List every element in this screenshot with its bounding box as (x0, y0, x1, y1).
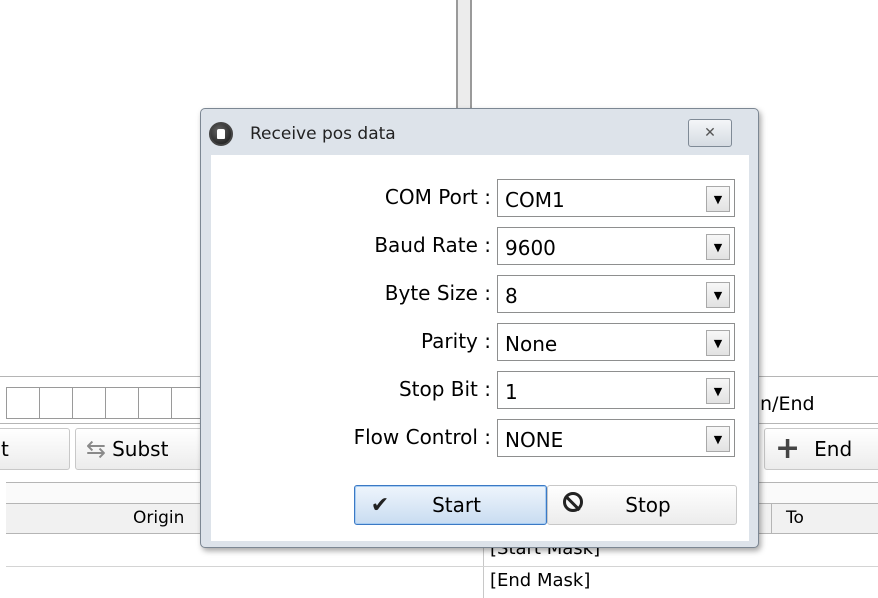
parity-select[interactable]: None ▼ (497, 323, 735, 361)
mask-cell[interactable] (105, 387, 138, 419)
field-flow-control: Flow Control : NONE ▼ (211, 419, 749, 457)
dialog-title: Receive pos data (250, 124, 396, 144)
row-line (6, 566, 878, 567)
byte-size-select[interactable]: 8 ▼ (497, 275, 735, 313)
mask-cells (6, 387, 204, 419)
column-divider[interactable] (771, 504, 772, 534)
chevron-down-icon[interactable]: ▼ (706, 282, 730, 308)
field-stop-bit: Stop Bit : 1 ▼ (211, 371, 749, 409)
field-byte-size: Byte Size : 8 ▼ (211, 275, 749, 313)
receive-pos-data-dialog: Receive pos data ✕ COM Port : COM1 ▼ Bau… (200, 108, 759, 548)
baud-rate-value: 9600 (505, 236, 556, 260)
table-cell-end-mask[interactable]: [End Mask] (490, 570, 590, 591)
com-port-label: COM Port : (384, 185, 491, 209)
swap-icon: ⇆ (86, 435, 107, 463)
stop-button-label: Stop (625, 493, 671, 517)
stop-icon (556, 492, 590, 518)
left-toolbar-button[interactable]: t (0, 428, 70, 470)
chevron-down-icon[interactable]: ▼ (706, 330, 730, 356)
byte-size-value: 8 (505, 284, 518, 308)
byte-size-label: Byte Size : (384, 281, 491, 305)
left-toolbar-button-label: t (1, 437, 9, 461)
com-port-value: COM1 (505, 188, 565, 212)
close-button[interactable]: ✕ (688, 119, 732, 147)
splitter-handle[interactable] (456, 0, 472, 112)
baud-rate-label: Baud Rate : (374, 233, 491, 257)
chevron-down-icon[interactable]: ▼ (706, 186, 730, 212)
add-end-button-label: End (814, 437, 853, 461)
plus-icon: + (775, 431, 801, 466)
column-header-to[interactable]: To (786, 508, 804, 528)
app-icon (209, 122, 233, 146)
baud-rate-select[interactable]: 9600 ▼ (497, 227, 735, 265)
start-button[interactable]: ✔ Start (354, 485, 547, 525)
stop-button[interactable]: Stop (547, 485, 737, 525)
begin-end-label: n/End (760, 393, 815, 415)
flow-control-label: Flow Control : (353, 425, 491, 449)
column-header-original[interactable]: Origin (133, 508, 184, 528)
field-baud-rate: Baud Rate : 9600 ▼ (211, 227, 749, 265)
chevron-down-icon[interactable]: ▼ (706, 426, 730, 452)
field-parity: Parity : None ▼ (211, 323, 749, 361)
parity-value: None (505, 332, 558, 356)
mask-cell[interactable] (138, 387, 171, 419)
flow-control-select[interactable]: NONE ▼ (497, 419, 735, 457)
check-icon: ✔ (370, 492, 390, 518)
flow-control-value: NONE (505, 428, 564, 452)
mask-cell[interactable] (6, 387, 39, 419)
start-button-label: Start (432, 493, 481, 517)
chevron-down-icon[interactable]: ▼ (706, 378, 730, 404)
mask-cell[interactable] (39, 387, 72, 419)
chevron-down-icon[interactable]: ▼ (706, 234, 730, 260)
substitute-button-label: Subst (112, 437, 169, 461)
mask-cell[interactable] (72, 387, 105, 419)
stop-bit-select[interactable]: 1 ▼ (497, 371, 735, 409)
parity-label: Parity : (421, 329, 491, 353)
stop-bit-value: 1 (505, 380, 518, 404)
com-port-select[interactable]: COM1 ▼ (497, 179, 735, 217)
field-com-port: COM Port : COM1 ▼ (211, 179, 749, 217)
column-line (483, 540, 484, 598)
dialog-titlebar[interactable]: Receive pos data ✕ (201, 109, 758, 159)
dialog-content: COM Port : COM1 ▼ Baud Rate : 9600 ▼ Byt… (211, 155, 749, 541)
add-end-button[interactable]: + End (764, 428, 878, 470)
stop-bit-label: Stop Bit : (398, 377, 491, 401)
close-icon: ✕ (704, 125, 716, 141)
